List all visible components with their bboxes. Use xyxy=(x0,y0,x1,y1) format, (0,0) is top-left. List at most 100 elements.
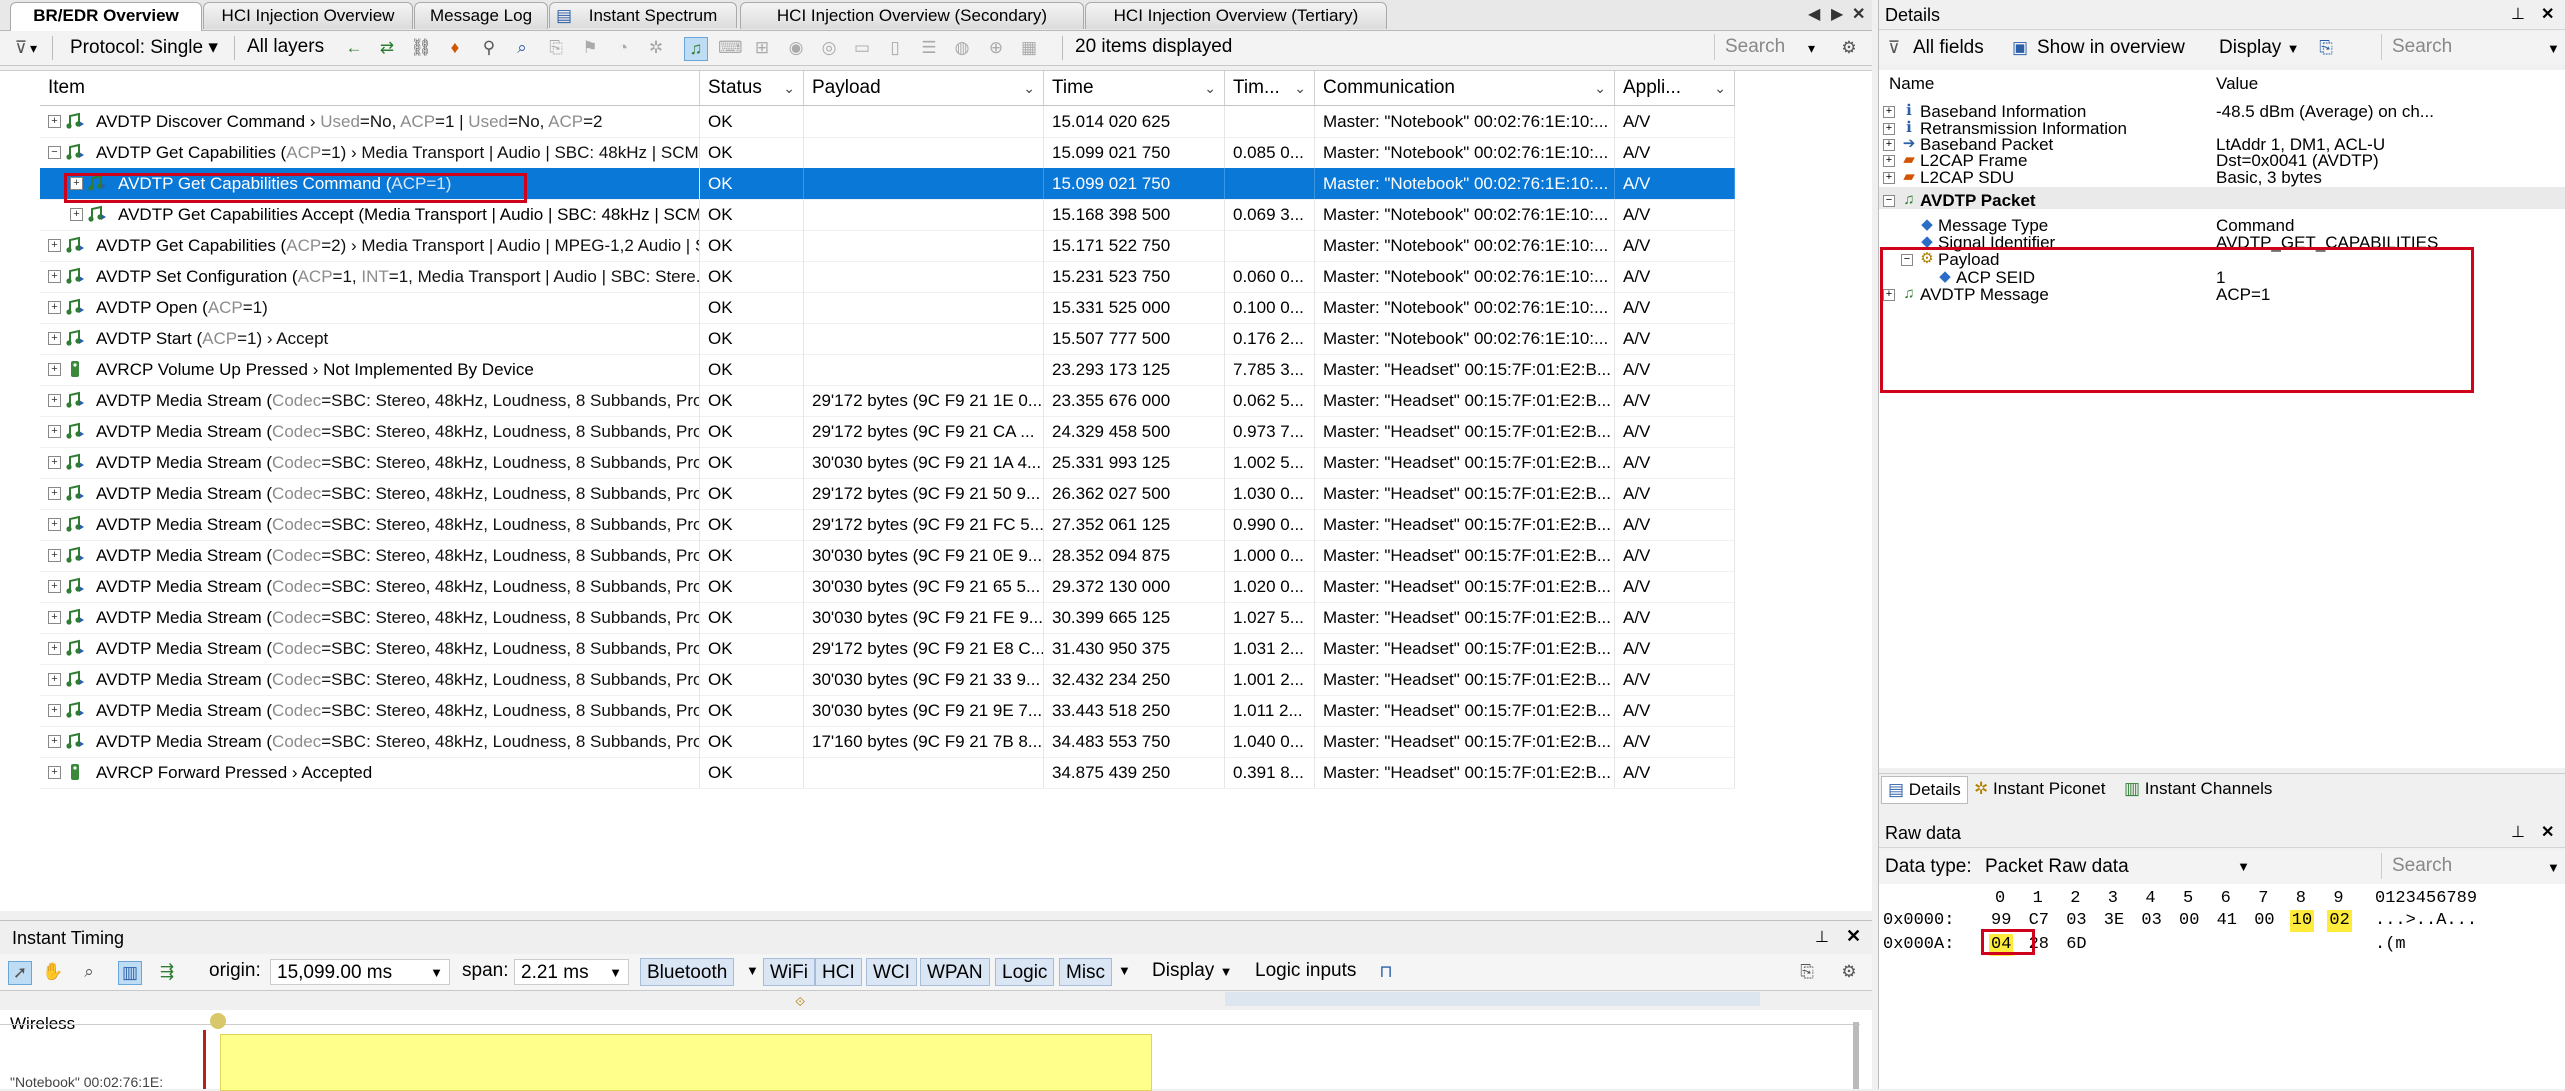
options-icon[interactable]: ⚙ xyxy=(1838,37,1860,59)
tab-br-edr-overview[interactable]: BR/EDR Overview xyxy=(10,2,202,31)
sensor-icon[interactable]: ◎ xyxy=(818,37,840,59)
keyboard-icon[interactable]: ⌨ xyxy=(718,37,743,59)
bookmark-icon[interactable]: ♦ xyxy=(444,37,466,59)
expand-icon[interactable]: + xyxy=(48,456,61,469)
swap-arrows-icon[interactable]: ⇄ xyxy=(376,37,398,59)
globe-icon[interactable]: ◍ xyxy=(951,37,973,59)
expand-icon[interactable]: + xyxy=(48,580,61,593)
expand-icon[interactable]: + xyxy=(48,642,61,655)
hex-byte[interactable]: 03 xyxy=(2139,910,2163,932)
filter-misc[interactable]: Misc xyxy=(1059,958,1113,986)
column-header-name[interactable]: Name xyxy=(1889,70,1934,98)
expand-icon[interactable]: + xyxy=(48,363,61,376)
cursor-marker-icon[interactable]: ⟐ xyxy=(795,994,805,1010)
expand-icon[interactable]: + xyxy=(48,704,61,717)
zoom-icon[interactable]: ⌕ xyxy=(78,961,100,983)
hex-byte[interactable]: 00 xyxy=(2177,910,2201,932)
table-row[interactable]: + AVDTP Media Stream (Codec=SBC: Stereo, … xyxy=(40,478,1735,510)
table-row[interactable]: + AVDTP Media Stream (Codec=SBC: Stereo, … xyxy=(40,571,1735,603)
time-cursor[interactable] xyxy=(203,1030,206,1089)
expand-icon[interactable]: + xyxy=(48,673,61,686)
find-icon[interactable]: ⌕ xyxy=(511,37,533,59)
vertical-scrollbar[interactable] xyxy=(1853,1022,1859,1089)
filter-wifi[interactable]: WiFi xyxy=(763,958,815,986)
close-icon[interactable]: ✕ xyxy=(2541,0,2554,30)
hex-byte[interactable]: 3E xyxy=(2102,910,2126,932)
span-input[interactable]: 2.21 ms ▼ xyxy=(514,959,629,985)
table-row[interactable]: − AVDTP Get Capabilities (ACP=1) › Media … xyxy=(40,137,1735,169)
book-icon[interactable]: ▯ xyxy=(884,37,906,59)
cart-icon[interactable]: ⊕ xyxy=(985,37,1007,59)
tab-hci-injection-tertiary[interactable]: HCI Injection Overview (Tertiary) xyxy=(1085,2,1387,29)
table-row[interactable]: + AVDTP Media Stream (Codec=SBC: Stereo, … xyxy=(40,602,1735,634)
pointer-icon[interactable]: ➚ xyxy=(8,961,32,985)
filter-hci[interactable]: HCI xyxy=(815,958,862,986)
grid-icon[interactable]: ▦ xyxy=(1018,37,1040,59)
filter-icon[interactable]: ⊽ xyxy=(10,37,32,59)
expand-icon[interactable]: + xyxy=(48,332,61,345)
table-row[interactable]: + AVDTP Start (ACP=1) › Accept OK 15.507 77… xyxy=(40,323,1735,355)
expand-icon[interactable]: + xyxy=(48,549,61,562)
export-icon[interactable]: ⎘ xyxy=(545,37,567,59)
scroll-left-icon[interactable]: ◀ xyxy=(1808,4,1820,24)
expand-icon[interactable]: + xyxy=(48,487,61,500)
pin-icon[interactable]: ⊥ xyxy=(2511,0,2525,30)
close-icon[interactable]: ✕ xyxy=(1846,926,1861,947)
layers-button[interactable]: All layers xyxy=(247,36,324,58)
tab-details[interactable]: ▤ Details xyxy=(1881,776,1968,804)
table-row[interactable]: + AVDTP Media Stream (Codec=SBC: Stereo, … xyxy=(40,447,1735,479)
timing-lanes[interactable]: Wireless "Notebook" 00:02:76:1E: xyxy=(0,1010,1872,1091)
collapse-icon[interactable]: − xyxy=(1883,195,1895,207)
window-icon[interactable]: ▭ xyxy=(851,37,873,59)
filter-wci[interactable]: WCI xyxy=(866,958,917,986)
display-dropdown[interactable]: Display ▼ xyxy=(1152,960,1232,982)
logic-inputs-button[interactable]: Logic inputs xyxy=(1255,960,1356,982)
filter-logic[interactable]: Logic xyxy=(995,958,1055,986)
details-search-input[interactable]: Search xyxy=(2381,34,2552,60)
settings-icon[interactable]: ✲ xyxy=(645,37,667,59)
hex-byte[interactable]: 41 xyxy=(2215,910,2239,932)
table-row[interactable]: + AVDTP Discover Command › Used=No, ACP=1… xyxy=(40,106,1735,138)
filter-bluetooth[interactable]: Bluetooth xyxy=(640,958,735,986)
copy-icon[interactable]: ⎘ xyxy=(1796,961,1818,983)
table-row[interactable]: + AVDTP Media Stream (Codec=SBC: Stereo, … xyxy=(40,695,1735,727)
table-row[interactable]: + AVRCP Volume Up Pressed › Not Implement… xyxy=(40,354,1735,386)
hex-byte[interactable]: 03 xyxy=(2064,910,2088,932)
hex-view[interactable]: 0123456789 0123456789 0x0000: 99 C7 03 3E 03 0… xyxy=(1879,884,2565,1089)
chevron-down-icon[interactable]: ▼ xyxy=(1118,963,1131,978)
pin-icon[interactable]: ⊥ xyxy=(2511,818,2525,848)
column-header-time-delta[interactable]: Tim... ⌄ xyxy=(1225,71,1315,105)
expand-icon[interactable]: + xyxy=(48,115,61,128)
expand-icon[interactable]: + xyxy=(70,208,83,221)
close-icon[interactable]: ✕ xyxy=(2541,818,2554,848)
table-row[interactable]: + AVDTP Set Configuration (ACP=1, INT=1, … xyxy=(40,261,1735,293)
hand-icon[interactable]: ✋ xyxy=(42,961,64,983)
detail-row[interactable]: − ♫ AVDTP Packet xyxy=(1879,187,2565,210)
filter-wpan[interactable]: WPAN xyxy=(920,958,990,986)
expand-icon[interactable]: + xyxy=(48,735,61,748)
export-icon[interactable]: ⎘ xyxy=(2315,37,2337,59)
tab-instant-channels[interactable]: ▥ Instant Channels xyxy=(2124,776,2272,802)
view-icon[interactable]: ▥ xyxy=(118,961,142,985)
timeline-overview-strip[interactable] xyxy=(1225,992,1760,1006)
camera-icon[interactable]: ◉ xyxy=(785,37,807,59)
expand-icon[interactable]: + xyxy=(48,611,61,624)
gamepad-icon[interactable]: ⊞ xyxy=(751,37,773,59)
expand-icon[interactable]: + xyxy=(48,394,61,407)
expand-icon[interactable]: + xyxy=(48,425,61,438)
pin-icon[interactable]: ⊥ xyxy=(1815,927,1829,947)
filter-dropdown-icon[interactable]: ▾ xyxy=(30,40,37,57)
table-row[interactable]: + AVDTP Media Stream (Codec=SBC: Stereo, … xyxy=(40,416,1735,448)
search-dropdown-icon[interactable]: ▼ xyxy=(2547,41,2560,56)
packet-bar[interactable] xyxy=(220,1034,1152,1091)
expand-icon[interactable]: + xyxy=(48,270,61,283)
display-dropdown[interactable]: Display ▼ xyxy=(2219,37,2299,59)
all-fields-button[interactable]: All fields xyxy=(1913,37,1984,59)
options-icon[interactable]: ⚙ xyxy=(1838,961,1860,983)
marker-icon[interactable]: ⇶ xyxy=(156,961,178,983)
scroll-right-icon[interactable]: ▶ xyxy=(1831,4,1843,24)
protocol-dropdown[interactable]: Protocol: Single ▾ xyxy=(70,36,218,59)
show-in-overview-button[interactable]: Show in overview xyxy=(2037,37,2185,59)
search-dropdown-icon[interactable]: ▼ xyxy=(2547,860,2560,875)
expand-icon[interactable]: + xyxy=(48,239,61,252)
